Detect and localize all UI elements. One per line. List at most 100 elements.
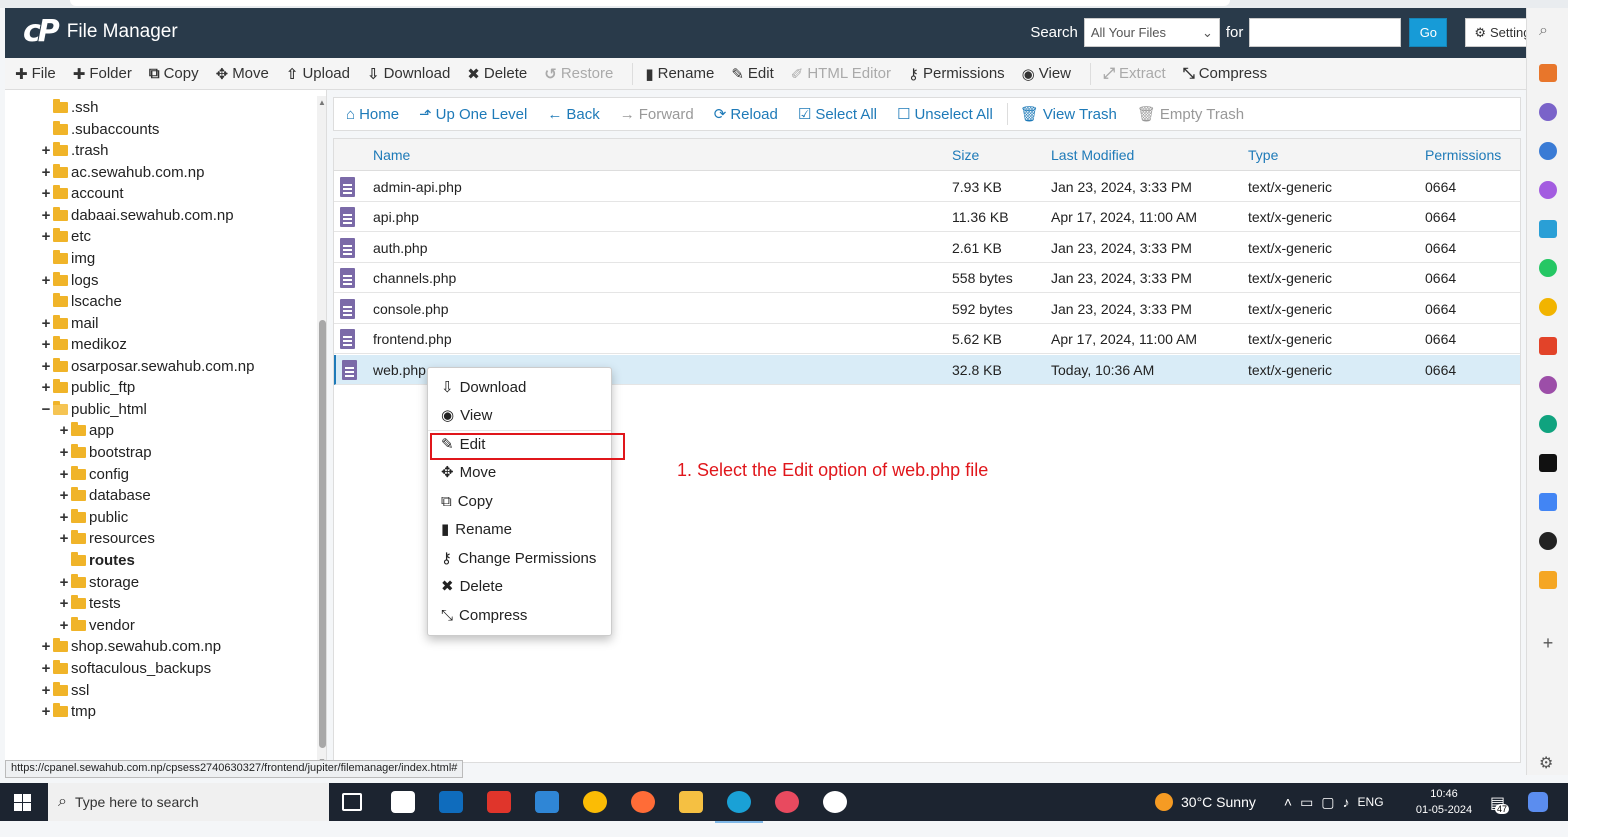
view-button[interactable]: ◉ View (1022, 65, 1081, 83)
whatsapp-icon[interactable] (1539, 259, 1557, 277)
extract-button[interactable]: ⤢ Extract (1103, 65, 1176, 82)
weather-text[interactable]: 30°C Sunny (1181, 794, 1256, 810)
windows-start-icon[interactable] (14, 794, 31, 811)
copilot-icon[interactable] (1528, 792, 1548, 812)
home-button[interactable]: ⌂ Home (346, 106, 399, 123)
toolbox-icon[interactable] (1539, 64, 1557, 82)
tree-item-mail[interactable]: + mail (40, 313, 99, 334)
compress-button[interactable]: ⤡ Compress (1183, 65, 1277, 82)
app-icon[interactable] (1539, 454, 1557, 472)
expand-toggle[interactable]: + (58, 530, 70, 547)
search-input[interactable] (1249, 18, 1402, 47)
translate-icon[interactable] (1539, 493, 1557, 511)
app-icon[interactable] (823, 791, 847, 813)
tree-item-osarposar[interactable]: + osarposar.sewahub.com.np (40, 356, 254, 377)
context-menu-move[interactable]: ✥ Move (428, 459, 611, 485)
record-icon[interactable] (1539, 532, 1557, 550)
tree-item-bootstrap[interactable]: + bootstrap (58, 442, 152, 463)
view-trash-button[interactable]: 🗑 View Trash (1020, 105, 1117, 124)
tree-item-softaculous[interactable]: + softaculous_backups (40, 658, 211, 679)
expand-toggle[interactable]: + (58, 444, 70, 461)
expand-toggle[interactable]: + (40, 272, 52, 289)
app-icon[interactable] (775, 791, 799, 813)
context-menu-view[interactable]: ◉ View (428, 402, 611, 428)
grammarly-icon[interactable] (1539, 298, 1557, 316)
column-header-last-modified[interactable]: Last Modified (1051, 139, 1134, 171)
copilot-icon[interactable] (1539, 142, 1557, 160)
tree-item-resources[interactable]: + resources (58, 528, 155, 549)
send-icon[interactable] (1539, 220, 1557, 238)
edit-button[interactable]: ✎ Edit (731, 65, 783, 83)
language-indicator[interactable]: ENG (1358, 795, 1384, 809)
reload-button[interactable]: ⟳ Reload (714, 105, 778, 124)
chevron-up-icon[interactable]: ˄ (1284, 794, 1292, 810)
file-explorer-icon[interactable] (679, 791, 703, 813)
expand-toggle[interactable]: + (40, 185, 52, 202)
scrollbar-thumb[interactable] (319, 320, 326, 748)
expand-toggle[interactable]: + (40, 142, 52, 159)
table-row[interactable]: console.php 592 bytes Jan 23, 2024, 3:33… (334, 294, 1520, 324)
unselect-all-button[interactable]: ☐ Unselect All (897, 105, 993, 124)
new-folder-button[interactable]: ✚ Folder (73, 65, 142, 83)
collapse-toggle[interactable]: − (40, 401, 52, 418)
tree-item-ssh[interactable]: .ssh (52, 97, 99, 118)
tree-item-config[interactable]: + config (58, 464, 129, 485)
expand-toggle[interactable]: + (58, 574, 70, 591)
expand-toggle[interactable]: + (40, 703, 52, 720)
context-menu-compress[interactable]: ⤡ Compress (428, 602, 611, 628)
expand-toggle[interactable]: + (40, 638, 52, 655)
restore-button[interactable]: ↺ Restore (544, 65, 623, 83)
scroll-up-arrow-icon[interactable]: ▲ (318, 98, 326, 107)
tree-item-trash[interactable]: + .trash (40, 140, 109, 161)
tree-item-tests[interactable]: + tests (58, 593, 121, 614)
table-row[interactable]: auth.php 2.61 KB Jan 23, 2024, 3:33 PM t… (334, 233, 1520, 263)
expand-toggle[interactable]: + (58, 422, 70, 439)
edge-icon[interactable] (715, 791, 763, 823)
tree-scrollbar[interactable]: ▲ ▼ (317, 96, 326, 760)
g-icon[interactable] (1539, 376, 1557, 394)
tree-item-routes[interactable]: routes (70, 550, 135, 571)
expand-toggle[interactable]: + (58, 617, 70, 634)
expand-toggle[interactable]: + (40, 315, 52, 332)
display-icon[interactable]: ▢ (1321, 794, 1334, 811)
column-header-permissions[interactable]: Permissions (1425, 139, 1501, 171)
addon-icon[interactable] (1539, 571, 1557, 589)
delete-button[interactable]: ✖ Delete (467, 65, 537, 83)
postman-icon[interactable] (631, 791, 655, 813)
empty-trash-button[interactable]: 🗑 Empty Trash (1137, 105, 1244, 124)
tree-item-img[interactable]: img (52, 248, 95, 269)
tree-item-app[interactable]: + app (58, 420, 114, 441)
table-row[interactable]: channels.php 558 bytes Jan 23, 2024, 3:3… (334, 263, 1520, 293)
go-button[interactable]: Go (1409, 18, 1448, 47)
expand-toggle[interactable]: + (58, 487, 70, 504)
back-button[interactable]: ← Back (547, 106, 599, 123)
vscode-icon[interactable] (535, 791, 559, 813)
tree-item-public-html[interactable]: − public_html (40, 399, 147, 420)
expand-toggle[interactable]: + (40, 358, 52, 375)
upload-button[interactable]: ⇧ Upload (286, 65, 360, 83)
column-header-name[interactable]: Name (373, 139, 410, 171)
permissions-button[interactable]: ⚷ Permissions (908, 65, 1015, 83)
expand-toggle[interactable]: + (58, 466, 70, 483)
new-file-button[interactable]: ✚ File (15, 65, 66, 83)
chrome-icon[interactable] (583, 791, 607, 813)
tree-item-database[interactable]: + database (58, 485, 151, 506)
download-button[interactable]: ⇩ Download (367, 65, 460, 83)
add-icon[interactable]: + (1539, 633, 1557, 653)
cpanel-logo[interactable]: cP File Manager (23, 17, 178, 47)
chatgpt-icon[interactable] (1539, 415, 1557, 433)
select-all-button[interactable]: ☑ Select All (798, 105, 877, 124)
rename-button[interactable]: ▮ Rename (645, 65, 724, 83)
expand-toggle[interactable]: + (40, 336, 52, 353)
table-row[interactable]: api.php 11.36 KB Apr 17, 2024, 11:00 AM … (334, 202, 1520, 232)
tree-item-account[interactable]: + account (40, 183, 124, 204)
tree-item-lscache[interactable]: lscache (52, 291, 122, 312)
search-scope-select[interactable]: All Your Files ⌄ (1083, 18, 1220, 47)
tree-item-etc[interactable]: + etc (40, 226, 91, 247)
table-row[interactable]: admin-api.php 7.93 KB Jan 23, 2024, 3:33… (334, 172, 1520, 202)
expand-toggle[interactable]: + (40, 660, 52, 677)
network-icon[interactable]: ▭ (1300, 794, 1313, 811)
tree-item-ac[interactable]: + ac.sewahub.com.np (40, 162, 204, 183)
tree-item-dabaai[interactable]: + dabaai.sewahub.com.np (40, 205, 234, 226)
tree-item-vendor[interactable]: + vendor (58, 615, 135, 636)
